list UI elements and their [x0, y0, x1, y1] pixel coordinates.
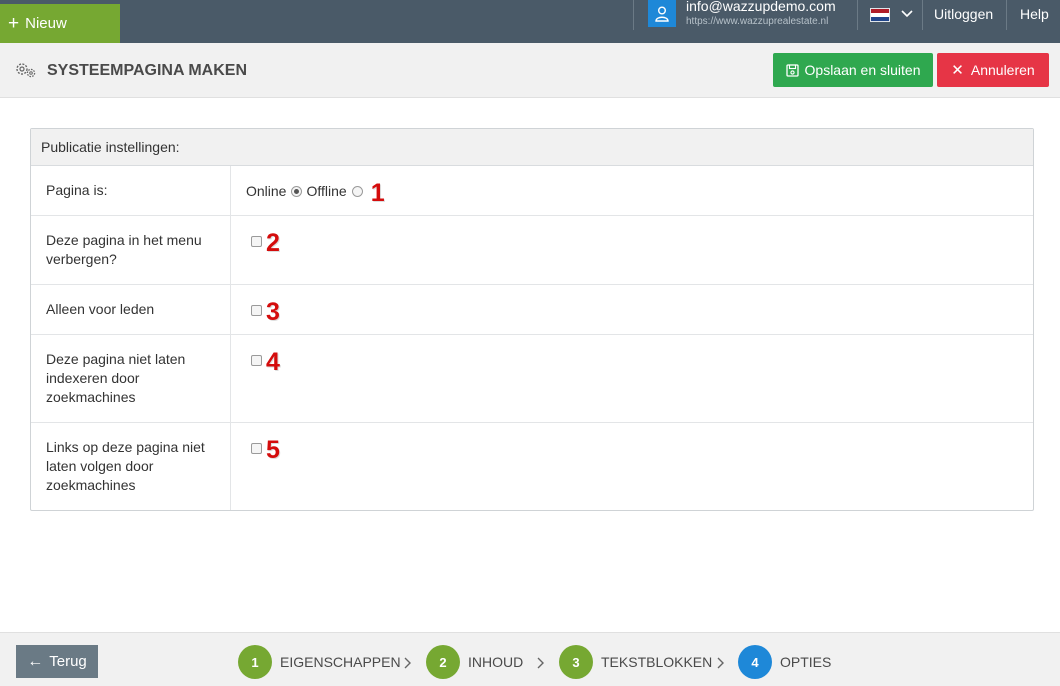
nofollow-checkbox[interactable] [251, 442, 262, 454]
wizard-step-options[interactable]: 4 OPTIES [738, 645, 831, 679]
chevron-right-icon [404, 657, 411, 669]
user-email[interactable]: info@wazzupdemo.com [686, 0, 836, 14]
annotation-marker: 4 [266, 348, 280, 376]
wizard-footer: ← Terug 1 EIGENSCHAPPEN 2 INHOUD 3 TEKST… [0, 632, 1060, 686]
noindex-checkbox[interactable] [251, 354, 262, 366]
settings-row-hide-in-menu: Deze pagina in het menu verbergen? 2 [31, 216, 1033, 285]
new-button-label: Nieuw [25, 15, 67, 32]
annotation-marker: 3 [266, 298, 280, 326]
radio-label-offline: Offline [306, 183, 347, 199]
step-number: 4 [738, 645, 772, 679]
divider [922, 0, 923, 30]
cancel-label: Annuleren [970, 62, 1035, 78]
step-label: INHOUD [468, 654, 524, 670]
new-button[interactable]: + Nieuw [0, 4, 120, 43]
save-and-close-label: Opslaan en sluiten [804, 62, 921, 78]
checkbox-group: 4 [246, 348, 280, 376]
logout-link[interactable]: Uitloggen [934, 6, 993, 22]
settings-row-members-only: Alleen voor leden 3 [31, 285, 1033, 335]
wizard-step-text-blocks[interactable]: 3 TEKSTBLOKKEN [559, 645, 712, 679]
divider [857, 0, 858, 30]
step-label: TEKSTBLOKKEN [601, 654, 713, 670]
close-icon: ✕ [951, 62, 964, 79]
chevron-right-icon [537, 657, 544, 669]
divider [1006, 0, 1007, 30]
user-website-url: https://www.wazzuprealestate.nl [686, 16, 829, 27]
hide-in-menu-checkbox[interactable] [251, 235, 262, 247]
settings-row-nofollow: Links op deze pagina niet laten volgen d… [31, 423, 1033, 510]
radio-offline[interactable] [351, 185, 363, 197]
step-number: 3 [559, 645, 593, 679]
annotation-marker: 1 [370, 179, 385, 207]
help-link[interactable]: Help [1020, 6, 1049, 22]
save-icon [785, 63, 799, 77]
step-number: 2 [426, 645, 460, 679]
chevron-right-icon [717, 657, 724, 669]
setting-label: Links op deze pagina niet laten volgen d… [31, 423, 231, 510]
top-bar: + Nieuw info@wazzupdemo.com https://www.… [0, 0, 1060, 43]
gears-icon [16, 63, 36, 78]
wizard-step-content[interactable]: 2 INHOUD [426, 645, 523, 679]
user-icon[interactable] [648, 0, 676, 27]
annotation-marker: 2 [266, 229, 280, 257]
back-button[interactable]: ← Terug [16, 645, 98, 678]
radio-online[interactable] [291, 185, 303, 197]
wizard-step-properties[interactable]: 1 EIGENSCHAPPEN [238, 645, 401, 679]
settings-row-noindex: Deze pagina niet laten indexeren door zo… [31, 335, 1033, 423]
setting-label: Alleen voor leden [31, 285, 231, 334]
divider [633, 0, 634, 30]
status-radio-group: Online Offline 1 [246, 179, 385, 207]
cancel-button[interactable]: ✕ Annuleren [937, 53, 1049, 87]
setting-label: Deze pagina in het menu verbergen? [31, 216, 231, 284]
page-title: SYSTEEMPAGINA MAKEN [47, 62, 248, 79]
save-and-close-button[interactable]: Opslaan en sluiten [773, 53, 933, 87]
step-label: OPTIES [780, 654, 832, 670]
settings-row-page-status: Pagina is: Online Offline 1 [31, 166, 1033, 216]
checkbox-group: 2 [246, 229, 280, 257]
annotation-marker: 5 [266, 436, 280, 464]
checkbox-group: 5 [246, 436, 280, 464]
step-label: EIGENSCHAPPEN [280, 654, 401, 670]
back-label: Terug [49, 653, 87, 670]
radio-label-online: Online [246, 183, 287, 199]
setting-label: Deze pagina niet laten indexeren door zo… [31, 335, 231, 422]
arrow-left-icon: ← [27, 652, 44, 670]
chevron-down-icon[interactable] [900, 5, 914, 23]
flag-nl-icon[interactable] [870, 8, 890, 22]
members-only-checkbox[interactable] [251, 304, 262, 316]
page-header: SYSTEEMPAGINA MAKEN Opslaan en sluiten ✕… [0, 43, 1060, 98]
panel-heading: Publicatie instellingen: [31, 129, 1033, 166]
publication-settings-panel: Publicatie instellingen: Pagina is: Onli… [30, 128, 1034, 511]
step-number: 1 [238, 645, 272, 679]
checkbox-group: 3 [246, 298, 280, 326]
setting-label: Pagina is: [31, 166, 231, 215]
plus-icon: + [8, 13, 20, 34]
